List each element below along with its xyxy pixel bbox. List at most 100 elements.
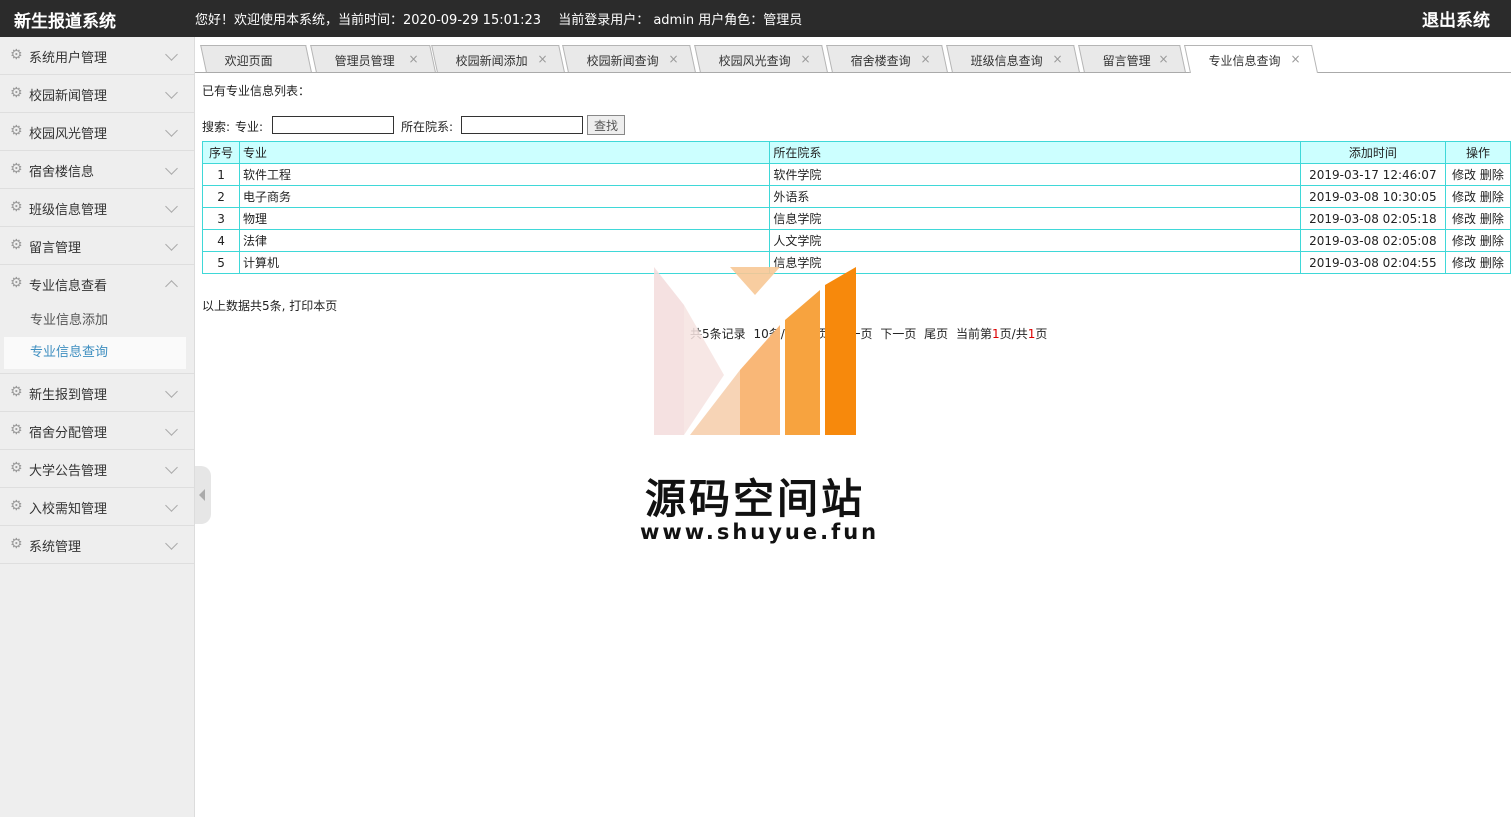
close-icon[interactable]: × xyxy=(538,52,548,66)
sidebar-collapse-handle[interactable] xyxy=(195,466,211,524)
sidebar-item-system-users[interactable]: ⚙ 系统用户管理 xyxy=(0,37,194,75)
close-icon[interactable]: × xyxy=(409,52,419,66)
search-button[interactable]: 查找 xyxy=(587,115,625,135)
sidebar-item-campus-news[interactable]: ⚙ 校园新闻管理 xyxy=(0,75,194,113)
sidebar-subitem-major-add[interactable]: 专业信息添加 xyxy=(0,305,186,337)
sidebar-item-class-info[interactable]: ⚙ 班级信息管理 xyxy=(0,189,194,227)
table-row: 4 法律 人文学院 2019-03-08 02:05:08 修改 删除 xyxy=(201,229,1511,252)
gear-icon: ⚙ xyxy=(10,85,23,101)
delete-link[interactable]: 删除 xyxy=(1480,168,1504,182)
pager-mid: 页/共 xyxy=(999,327,1028,341)
table-row: 1 软件工程 软件学院 2019-03-17 12:46:07 修改 删除 xyxy=(201,163,1511,186)
chevron-down-icon xyxy=(165,86,178,99)
cell-time: 2019-03-08 02:04:55 xyxy=(1299,251,1446,274)
sidebar-item-label: 留言管理 xyxy=(29,241,82,256)
chevron-down-icon xyxy=(165,162,178,175)
cell-dept: 人文学院 xyxy=(769,229,1301,252)
tab-welcome[interactable]: 欢迎页面 xyxy=(200,45,312,72)
delete-link[interactable]: 删除 xyxy=(1480,256,1504,270)
sidebar-item-label: 入校需知管理 xyxy=(29,502,108,517)
logout-button[interactable]: 退出系统 xyxy=(1422,6,1490,31)
major-search-input[interactable] xyxy=(272,116,394,134)
tab-messages[interactable]: 留言管理 × xyxy=(1078,45,1186,72)
sidebar-item-dorm-assign[interactable]: ⚙ 宿舍分配管理 xyxy=(0,412,194,450)
tab-class-query[interactable]: 班级信息查询 × xyxy=(946,45,1080,72)
chevron-down-icon xyxy=(165,124,178,137)
tab-label: 留言管理 xyxy=(1102,54,1151,68)
edit-link[interactable]: 修改 xyxy=(1452,168,1476,182)
sidebar-item-campus-scenery[interactable]: ⚙ 校园风光管理 xyxy=(0,113,194,151)
pager-suffix: 页 xyxy=(1035,327,1048,341)
sidebar-item-major-info[interactable]: ⚙ 专业信息查看 xyxy=(0,265,194,302)
tab-admin-manage[interactable]: 管理员管理 × xyxy=(310,45,436,72)
table-row: 3 物理 信息学院 2019-03-08 02:05:18 修改 删除 xyxy=(201,207,1511,230)
tab-news-add[interactable]: 校园新闻添加 × xyxy=(431,45,565,72)
pager-last-link[interactable]: 尾页 xyxy=(924,327,948,341)
delete-link[interactable]: 删除 xyxy=(1480,234,1504,248)
gear-icon: ⚙ xyxy=(10,161,23,177)
sidebar-item-dormitory[interactable]: ⚙ 宿舍楼信息 xyxy=(0,151,194,189)
col-header-major: 专业 xyxy=(239,141,771,164)
cell-actions: 修改 删除 xyxy=(1444,251,1511,274)
edit-link[interactable]: 修改 xyxy=(1452,212,1476,226)
dept-search-input[interactable] xyxy=(461,116,583,134)
sidebar-item-announcements[interactable]: ⚙ 大学公告管理 xyxy=(0,450,194,488)
cell-index: 3 xyxy=(201,207,241,230)
chevron-down-icon xyxy=(165,200,178,213)
close-icon[interactable]: × xyxy=(669,52,679,66)
chevron-down-icon xyxy=(165,537,178,550)
sidebar-item-label: 专业信息查看 xyxy=(29,279,108,294)
tab-label: 班级信息查询 xyxy=(970,54,1043,68)
gear-icon: ⚙ xyxy=(10,237,23,253)
close-icon[interactable]: × xyxy=(1053,52,1063,66)
sidebar-item-system[interactable]: ⚙ 系统管理 xyxy=(0,526,194,564)
edit-link[interactable]: 修改 xyxy=(1452,256,1476,270)
gear-icon: ⚙ xyxy=(10,47,23,63)
tab-scenery-query[interactable]: 校园风光查询 × xyxy=(694,45,828,72)
tab-label: 校园新闻查询 xyxy=(586,54,659,68)
cell-major: 法律 xyxy=(239,229,771,252)
chevron-left-icon xyxy=(199,489,205,501)
chevron-down-icon xyxy=(165,385,178,398)
app-title: 新生报道系统 xyxy=(14,12,116,32)
gear-icon: ⚙ xyxy=(10,460,23,476)
watermark-url: www.shuyue.fun xyxy=(640,520,880,544)
pager-next-link[interactable]: 下一页 xyxy=(880,327,916,341)
tab-dorm-query[interactable]: 宿舍楼查询 × xyxy=(826,45,948,72)
cell-index: 2 xyxy=(201,185,241,208)
close-icon[interactable]: × xyxy=(921,52,931,66)
close-icon[interactable]: × xyxy=(801,52,811,66)
delete-link[interactable]: 删除 xyxy=(1480,212,1504,226)
welcome-status: 您好！欢迎使用本系统，当前时间：2020-09-29 15:01:23 当前登录… xyxy=(195,13,803,28)
major-label: 专业: xyxy=(235,120,264,134)
summary-text: 以上数据共5条, 打印本页 xyxy=(202,299,338,313)
close-icon[interactable]: × xyxy=(1290,52,1300,66)
watermark-title: 源码空间站 xyxy=(645,475,865,523)
cell-index: 5 xyxy=(201,251,241,274)
col-header-time: 添加时间 xyxy=(1299,141,1446,164)
chevron-down-icon xyxy=(165,423,178,436)
cell-dept: 软件学院 xyxy=(769,163,1301,186)
col-header-dept: 所在院系 xyxy=(769,141,1301,164)
delete-link[interactable]: 删除 xyxy=(1480,190,1504,204)
cell-major: 物理 xyxy=(239,207,771,230)
tab-major-query[interactable]: 专业信息查询 × xyxy=(1184,45,1318,73)
sidebar-item-enrollment-notes[interactable]: ⚙ 入校需知管理 xyxy=(0,488,194,526)
cell-actions: 修改 删除 xyxy=(1444,185,1511,208)
chevron-up-icon xyxy=(165,280,178,293)
sidebar-item-messages[interactable]: ⚙ 留言管理 xyxy=(0,227,194,265)
sidebar-subitem-major-query[interactable]: 专业信息查询 xyxy=(4,337,186,369)
close-icon[interactable]: × xyxy=(1159,52,1169,66)
tab-news-query[interactable]: 校园新闻查询 × xyxy=(562,45,696,72)
sidebar-item-registration[interactable]: ⚙ 新生报到管理 xyxy=(0,374,194,412)
main-content: 已有专业信息列表： 搜索: 专业: 所在院系: 查找 序号 专业 所在院系 添加… xyxy=(201,78,1511,341)
tab-label: 校园新闻添加 xyxy=(455,54,528,68)
tab-label: 校园风光查询 xyxy=(718,54,791,68)
edit-link[interactable]: 修改 xyxy=(1452,190,1476,204)
table-header-row: 序号 专业 所在院系 添加时间 操作 xyxy=(201,141,1511,164)
sidebar-item-label: 班级信息管理 xyxy=(29,203,108,218)
gear-icon: ⚙ xyxy=(10,123,23,139)
sidebar-item-label: 大学公告管理 xyxy=(29,464,108,479)
sidebar-item-label: 校园风光管理 xyxy=(29,127,108,142)
edit-link[interactable]: 修改 xyxy=(1452,234,1476,248)
